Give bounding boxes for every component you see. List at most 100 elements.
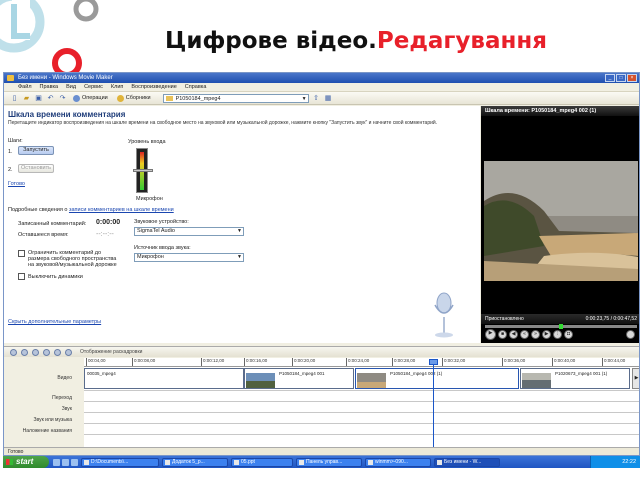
microphone-icon xyxy=(434,292,454,338)
quick-launch-icon[interactable] xyxy=(62,458,69,466)
chevron-down-icon: ▼ xyxy=(301,95,307,102)
close-button[interactable]: × xyxy=(627,74,637,82)
next-frame-icon[interactable]: ▶ xyxy=(542,330,551,339)
quick-launch-icon[interactable] xyxy=(71,458,78,466)
window-titlebar[interactable]: Без имени - Windows Movie Maker _ □ × xyxy=(4,73,639,83)
ruler-tick: 0:00:08,00 xyxy=(132,358,155,366)
snapshot-icon[interactable]: ◘ xyxy=(564,330,573,339)
undo-icon[interactable]: ↶ xyxy=(46,94,55,103)
taskbar-item[interactable]: Панель управ... xyxy=(296,457,362,467)
taskbar-item[interactable]: Додаток 5_р... xyxy=(162,457,228,467)
operations-label: Операции xyxy=(82,95,108,101)
hide-options-link[interactable]: Скрыть дополнительные параметры xyxy=(8,319,101,325)
ruler-tick: 0:00:40,00 xyxy=(552,358,575,366)
new-project-icon[interactable]: ▯ xyxy=(10,94,19,103)
previous-frame-icon[interactable]: ◀ xyxy=(509,330,518,339)
recorded-label: Записанный комментарий: xyxy=(18,221,87,227)
ruler-tick: 0:00:44,00 xyxy=(602,358,625,366)
rewind-timeline-icon[interactable] xyxy=(54,348,61,356)
playhead-handle[interactable] xyxy=(429,359,438,365)
ruler-tick: 0:00:28,00 xyxy=(392,358,415,366)
timeline-ruler[interactable]: 00:04,00 0:00:08,00 0:00:12,00 0:00:16,0… xyxy=(84,358,639,367)
timeline-clip[interactable]: 00035_mpeg4 xyxy=(84,368,244,389)
timeline-clip[interactable]: P1050184_mpeg4 001 xyxy=(244,368,354,389)
playhead[interactable] xyxy=(433,360,434,447)
ruler-tick: 0:00:20,00 xyxy=(292,358,315,366)
step2-number: 2. xyxy=(8,167,13,173)
start-button[interactable]: start xyxy=(3,456,49,468)
forward-icon[interactable]: » xyxy=(531,330,540,339)
source-select[interactable]: Микрофон ▼ xyxy=(134,253,244,262)
taskbar-item[interactable]: D:\Documents\... xyxy=(81,457,159,467)
save-project-icon[interactable]: ▣ xyxy=(34,94,43,103)
narrate-icon[interactable] xyxy=(10,348,17,356)
remaining-value: --:--:-- xyxy=(96,231,114,238)
quick-launch-icon[interactable] xyxy=(53,458,60,466)
task-label: 05.ppt xyxy=(241,458,255,465)
steps-label: Шаги: xyxy=(8,138,23,144)
menu-play[interactable]: Воспроизведение xyxy=(131,84,176,90)
ruler-tick: 00:04,00 xyxy=(86,358,106,366)
collection-view-icon[interactable]: ▦ xyxy=(324,94,333,103)
stop-narration-button[interactable]: Остановить xyxy=(18,164,54,173)
redo-icon[interactable]: ↷ xyxy=(58,94,67,103)
seek-bar[interactable] xyxy=(485,324,637,329)
collection-up-icon[interactable]: ⇧ xyxy=(312,94,321,103)
timeline-scroll-right-icon[interactable]: ▶ xyxy=(632,368,639,389)
ruler-tick: 0:00:32,00 xyxy=(442,358,465,366)
menu-view[interactable]: Вид xyxy=(66,84,76,90)
collections-button[interactable]: Сборники xyxy=(114,94,154,102)
clip-thumbnail xyxy=(522,373,551,388)
maximize-button[interactable]: □ xyxy=(616,74,626,82)
menu-tools[interactable]: Сервис xyxy=(84,84,103,90)
minimize-button[interactable]: _ xyxy=(605,74,615,82)
limit-checkbox[interactable] xyxy=(18,250,25,257)
taskbar-item[interactable]: 05.ppt xyxy=(231,457,293,467)
zoom-out-icon[interactable] xyxy=(43,348,50,356)
operations-button[interactable]: Операции xyxy=(70,94,111,102)
collection-select[interactable]: P1050184_mpeg4 ▼ xyxy=(162,93,309,103)
device-select[interactable]: SigmaTel Audio ▼ xyxy=(134,227,244,236)
play-timeline-icon[interactable] xyxy=(65,348,72,356)
fullscreen-icon[interactable] xyxy=(626,330,635,339)
task-label: D:\Documents\... xyxy=(91,458,129,465)
taskbar-item-active[interactable]: Без имени - W... xyxy=(434,457,500,467)
source-label: Источник ввода звука: xyxy=(134,245,191,251)
rewind-icon[interactable]: « xyxy=(520,330,529,339)
menu-help[interactable]: Справка xyxy=(185,84,207,90)
playback-controls: ▶ ■ ◀ « » ▶ ⫶ ◘ xyxy=(485,329,573,340)
seek-thumb[interactable] xyxy=(559,324,563,329)
window-icon xyxy=(368,459,373,465)
task-label: winmm>-090... xyxy=(375,458,408,465)
menu-edit[interactable]: Правка xyxy=(40,84,59,90)
play-icon[interactable]: ▶ xyxy=(485,329,496,340)
timeline-clip[interactable]: P1020673_mpeg4 001 (1) xyxy=(520,368,630,389)
done-link[interactable]: Готово xyxy=(8,181,25,187)
menu-file[interactable]: Файл xyxy=(18,84,32,90)
mute-checkbox[interactable] xyxy=(18,273,25,280)
clip-thumbnail xyxy=(357,373,386,388)
taskbar-item[interactable]: winmm>-090... xyxy=(365,457,431,467)
track-label-video[interactable]: Видео xyxy=(57,375,72,381)
details-link[interactable]: записи комментариев на шкале времени xyxy=(69,207,174,213)
narration-panel: Шкала времени комментария Перетащите инд… xyxy=(4,106,480,343)
storyboard-toggle[interactable]: Отображение раскадровки xyxy=(80,349,142,355)
track-label-music: Звук или музыка xyxy=(33,417,73,423)
open-project-icon[interactable]: ▰ xyxy=(22,94,31,103)
level-slider-thumb[interactable] xyxy=(133,169,153,172)
start-narration-button[interactable]: Запустить xyxy=(18,146,54,155)
split-icon[interactable]: ⫶ xyxy=(553,330,562,339)
zoom-in-icon[interactable] xyxy=(32,348,39,356)
stop-icon[interactable]: ■ xyxy=(498,330,507,339)
track-label-audio: Звук xyxy=(61,406,72,412)
ruler-tick: 0:00:12,00 xyxy=(201,358,224,366)
step1-number: 1. xyxy=(8,149,13,155)
audio-levels-icon[interactable] xyxy=(21,348,28,356)
folder-icon xyxy=(165,95,173,101)
track-divider xyxy=(84,390,639,391)
timeline-clip[interactable]: P1050184_mpeg4 002 (1) xyxy=(355,368,519,389)
menu-clip[interactable]: Клип xyxy=(111,84,123,90)
track-label-title-overlay: Наложение названия xyxy=(22,428,72,434)
chevron-down-icon: ▼ xyxy=(237,254,242,260)
clock[interactable]: 22:22 xyxy=(622,459,636,465)
